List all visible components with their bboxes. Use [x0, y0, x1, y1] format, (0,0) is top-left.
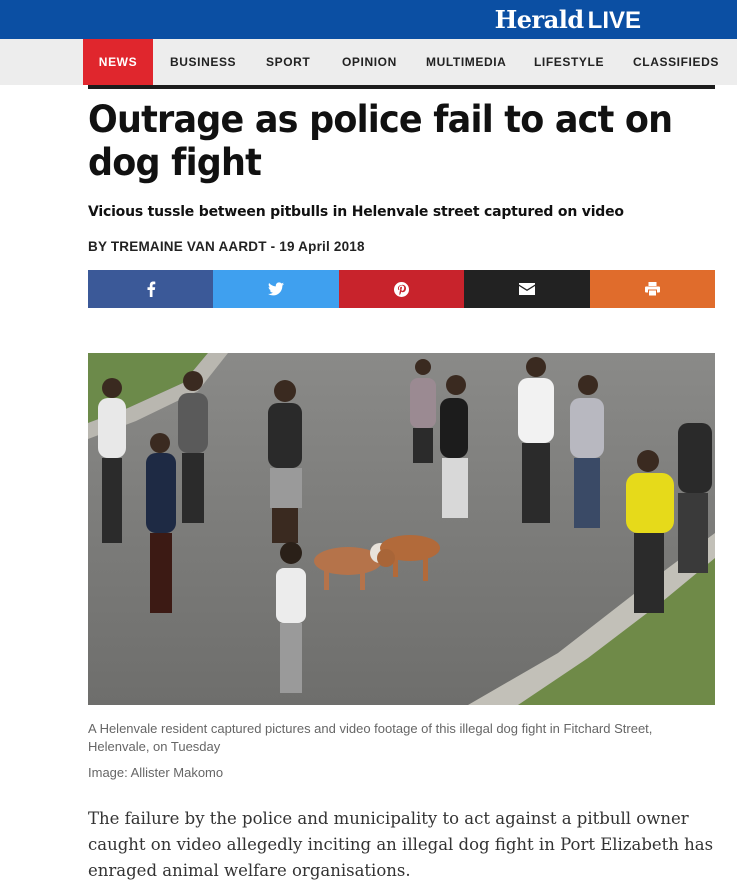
print-icon — [644, 282, 660, 296]
share-twitter-button[interactable] — [213, 270, 339, 308]
site-logo[interactable]: Herald LIVE — [495, 5, 641, 35]
pinterest-icon — [394, 281, 410, 297]
main-nav: NEWS BUSINESS SPORT OPINION MULTIMEDIA L… — [0, 39, 737, 85]
headline-rule — [88, 85, 715, 89]
article-paragraph: The failure by the police and municipali… — [88, 809, 714, 880]
photo-caption: A Helenvale resident captured pictures a… — [88, 721, 653, 754]
share-bar — [88, 270, 716, 308]
share-pinterest-button[interactable] — [338, 270, 465, 308]
article-subheadline: Vicious tussle between pitbulls in Helen… — [88, 204, 624, 220]
logo-name: Herald — [494, 5, 585, 34]
street-dogfight-photo — [88, 353, 715, 705]
facebook-icon — [147, 281, 156, 297]
share-email-button[interactable] — [464, 270, 590, 308]
nav-business[interactable]: BUSINESS — [170, 39, 236, 85]
nav-sport[interactable]: SPORT — [266, 39, 310, 85]
nav-multimedia[interactable]: MULTIMEDIA — [426, 39, 506, 85]
nav-opinion[interactable]: OPINION — [342, 39, 397, 85]
twitter-icon — [268, 282, 285, 296]
share-facebook-button[interactable] — [88, 270, 214, 308]
nav-classifieds[interactable]: CLASSIFIEDS — [633, 39, 719, 85]
nav-lifestyle[interactable]: LIFESTYLE — [534, 39, 604, 85]
site-header: Herald LIVE — [0, 0, 737, 39]
photo-credit: Image: Allister Makomo — [88, 765, 224, 780]
logo-suffix: LIVE — [587, 7, 641, 34]
article-photo — [88, 353, 715, 705]
share-print-button[interactable] — [589, 270, 716, 308]
article-byline: BY TREMAINE VAN AARDT - 19 April 2018 — [88, 239, 365, 254]
email-icon — [518, 283, 535, 295]
nav-news[interactable]: NEWS — [83, 39, 153, 85]
article-headline: Outrage as police fail to act on dog fig… — [88, 99, 673, 185]
